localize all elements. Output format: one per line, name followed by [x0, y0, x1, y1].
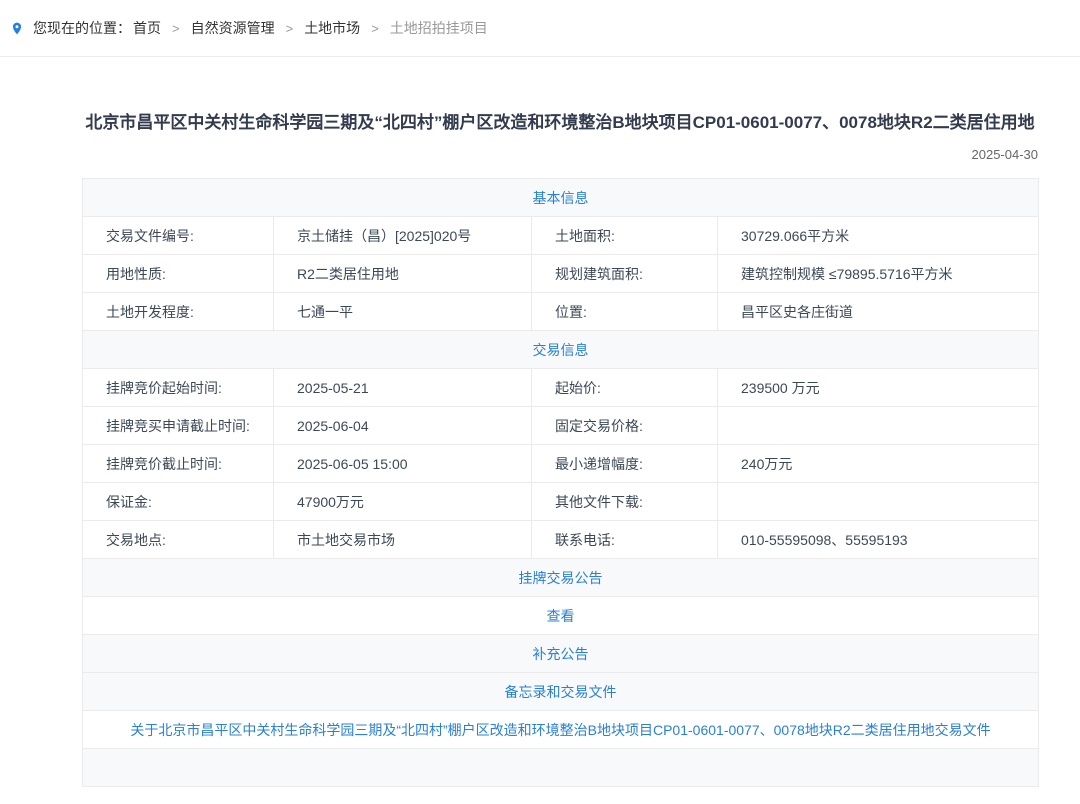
section-row: 挂牌交易公告 — [83, 559, 1039, 597]
breadcrumb-item-land-bidding-projects: 土地招拍挂项目 — [390, 18, 488, 38]
location-pin-icon — [10, 19, 24, 38]
field-label: 其他文件下载: — [532, 483, 718, 521]
field-label: 固定交易价格: — [532, 407, 718, 445]
field-value: 010-55595098、55595193 — [718, 521, 1039, 559]
transaction-document-link[interactable]: 关于北京市昌平区中关村生命科学园三期及“北四村”棚户区改造和环境整治B地块项目C… — [130, 722, 990, 738]
field-value: 47900万元 — [274, 483, 532, 521]
table-row: 用地性质:R2二类居住用地规划建筑面积:建筑控制规模 ≤79895.5716平方… — [83, 255, 1039, 293]
section-header-memo-and-documents: 备忘录和交易文件 — [83, 673, 1039, 711]
breadcrumb-item-home[interactable]: 首页 — [133, 18, 161, 38]
section-header-basic-info: 基本信息 — [83, 179, 1039, 217]
field-label: 起始价: — [532, 369, 718, 407]
field-label: 最小递增幅度: — [532, 445, 718, 483]
field-label: 交易文件编号: — [83, 217, 274, 255]
field-label: 挂牌竞买申请截止时间: — [83, 407, 274, 445]
field-label: 交易地点: — [83, 521, 274, 559]
view-link[interactable]: 查看 — [547, 608, 575, 624]
field-value: 建筑控制规模 ≤79895.5716平方米 — [718, 255, 1039, 293]
field-value: 2025-05-21 — [274, 369, 532, 407]
section-header-listing-announcement: 挂牌交易公告 — [83, 559, 1039, 597]
publish-date: 2025-04-30 — [82, 147, 1038, 165]
section-row: 补充公告 — [83, 635, 1039, 673]
table-row: 挂牌竞价起始时间:2025-05-21起始价:239500 万元 — [83, 369, 1039, 407]
field-label: 挂牌竞价截止时间: — [83, 445, 274, 483]
field-value: 239500 万元 — [718, 369, 1039, 407]
table-row: 挂牌竞价截止时间:2025-06-05 15:00最小递增幅度:240万元 — [83, 445, 1039, 483]
field-value: 昌平区史各庄街道 — [718, 293, 1039, 331]
breadcrumb-separator: > — [172, 21, 180, 36]
link-row-cell: 查看 — [83, 597, 1039, 635]
table-row: 交易文件编号:京土储挂（昌）[2025]020号土地面积:30729.066平方… — [83, 217, 1039, 255]
breadcrumb-item-land-market[interactable]: 土地市场 — [304, 18, 360, 38]
field-value: R2二类居住用地 — [274, 255, 532, 293]
field-value: 2025-06-05 15:00 — [274, 445, 532, 483]
breadcrumb-prefix: 您现在的位置： — [33, 18, 131, 38]
breadcrumb: 您现在的位置： 首页 > 自然资源管理 > 土地市场 > 土地招拍挂项目 — [0, 0, 1080, 57]
section-row: 交易信息 — [83, 331, 1039, 369]
field-value: 市土地交易市场 — [274, 521, 532, 559]
table-row: 保证金:47900万元其他文件下载: — [83, 483, 1039, 521]
field-label: 土地面积: — [532, 217, 718, 255]
field-value: 240万元 — [718, 445, 1039, 483]
breadcrumb-item-natural-resources[interactable]: 自然资源管理 — [191, 18, 275, 38]
section-header-cut-off — [83, 749, 1039, 787]
field-label: 土地开发程度: — [83, 293, 274, 331]
link-row: 查看 — [83, 597, 1039, 635]
field-label: 联系电话: — [532, 521, 718, 559]
field-label: 保证金: — [83, 483, 274, 521]
page-title: 北京市昌平区中关村生命科学园三期及“北四村”棚户区改造和环境整治B地块项目CP0… — [82, 109, 1038, 137]
breadcrumb-separator: > — [371, 21, 379, 36]
field-label: 挂牌竞价起始时间: — [83, 369, 274, 407]
main-content: 北京市昌平区中关村生命科学园三期及“北四村”棚户区改造和环境整治B地块项目CP0… — [82, 109, 1038, 787]
field-value — [718, 483, 1039, 521]
link-row-cell: 关于北京市昌平区中关村生命科学园三期及“北四村”棚户区改造和环境整治B地块项目C… — [83, 711, 1039, 749]
field-value: 30729.066平方米 — [718, 217, 1039, 255]
section-row: 备忘录和交易文件 — [83, 673, 1039, 711]
link-row: 关于北京市昌平区中关村生命科学园三期及“北四村”棚户区改造和环境整治B地块项目C… — [83, 711, 1039, 749]
field-label: 规划建筑面积: — [532, 255, 718, 293]
table-row: 交易地点:市土地交易市场联系电话:010-55595098、55595193 — [83, 521, 1039, 559]
table-row: 土地开发程度:七通一平位置:昌平区史各庄街道 — [83, 293, 1039, 331]
field-value: 2025-06-04 — [274, 407, 532, 445]
breadcrumb-separator: > — [286, 21, 294, 36]
field-label: 位置: — [532, 293, 718, 331]
field-value: 京土储挂（昌）[2025]020号 — [274, 217, 532, 255]
section-row: 基本信息 — [83, 179, 1039, 217]
section-header-transaction-info: 交易信息 — [83, 331, 1039, 369]
field-value — [718, 407, 1039, 445]
section-row — [83, 749, 1039, 787]
land-info-table: 基本信息交易文件编号:京土储挂（昌）[2025]020号土地面积:30729.0… — [82, 178, 1039, 787]
field-label: 用地性质: — [83, 255, 274, 293]
table-row: 挂牌竞买申请截止时间:2025-06-04固定交易价格: — [83, 407, 1039, 445]
field-value: 七通一平 — [274, 293, 532, 331]
section-header-supplementary-announcement: 补充公告 — [83, 635, 1039, 673]
